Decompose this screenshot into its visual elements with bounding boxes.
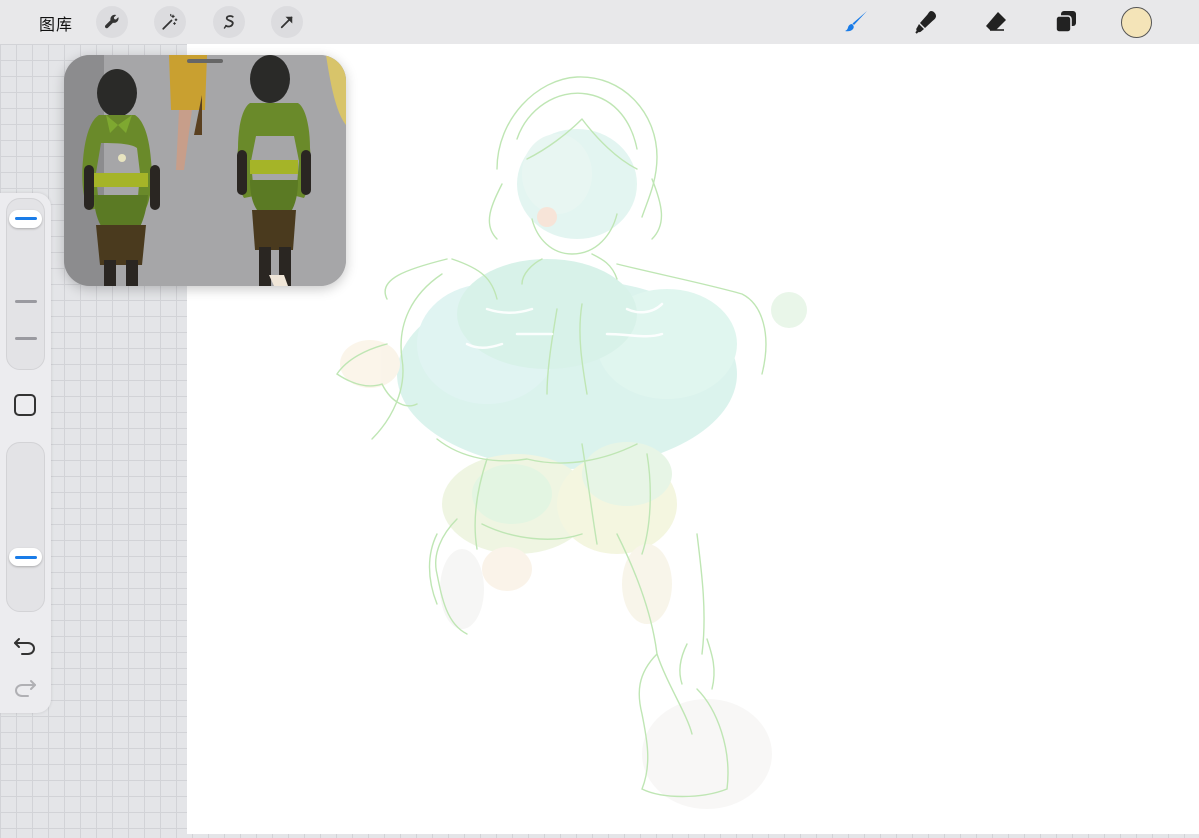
arrow-icon <box>280 16 293 29</box>
actions-button[interactable] <box>96 6 128 38</box>
selection-s-icon <box>223 15 234 29</box>
top-toolbar: 图库 <box>0 0 1199 44</box>
smudge-icon <box>915 11 936 34</box>
brush-size-slider[interactable] <box>6 198 45 370</box>
smudge-tool-button[interactable] <box>910 6 942 38</box>
magic-wand-icon <box>162 13 178 30</box>
brush-tool-button[interactable] <box>840 6 872 38</box>
opacity-knob[interactable] <box>9 548 42 566</box>
reference-drag-handle[interactable] <box>187 59 223 63</box>
size-tick <box>15 300 37 303</box>
reference-window[interactable] <box>64 55 346 286</box>
redo-icon <box>14 680 36 697</box>
redo-button[interactable] <box>12 677 38 699</box>
adjustments-button[interactable] <box>154 6 186 38</box>
procreate-app: 图库 <box>0 0 1199 838</box>
reference-figure-photo <box>64 55 346 286</box>
color-picker-button[interactable] <box>1121 7 1152 38</box>
brush-size-knob[interactable] <box>9 209 42 228</box>
gallery-button[interactable]: 图库 <box>39 11 73 35</box>
undo-button[interactable] <box>12 635 38 657</box>
selection-button[interactable] <box>213 6 245 38</box>
modify-button[interactable] <box>14 394 36 416</box>
transform-button[interactable] <box>271 6 303 38</box>
eraser-tool-button[interactable] <box>980 6 1012 38</box>
wrench-icon <box>104 14 119 29</box>
layers-button[interactable] <box>1050 6 1082 38</box>
opacity-slider[interactable] <box>6 442 45 612</box>
eraser-icon <box>986 12 1006 31</box>
layers-icon <box>1055 11 1076 33</box>
left-sidebar <box>0 193 51 713</box>
size-tick <box>15 337 37 340</box>
undo-icon <box>14 638 36 655</box>
brush-icon <box>845 11 867 32</box>
